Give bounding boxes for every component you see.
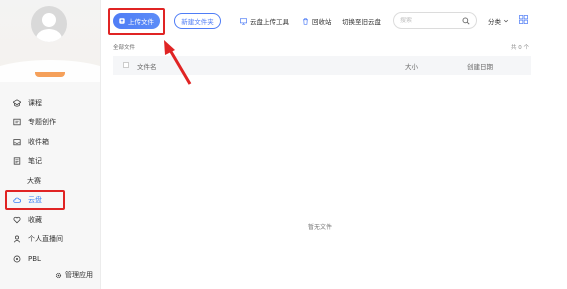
- grid-view-icon[interactable]: [519, 15, 528, 24]
- manage-apps-button[interactable]: 管理应用: [55, 270, 93, 280]
- sort-label: 分类: [488, 18, 501, 26]
- sidebar-item-inbox[interactable]: 收件箱: [0, 132, 100, 152]
- sidebar-item-live[interactable]: 个人直播间: [0, 230, 100, 250]
- new-folder-button[interactable]: 新建文件夹: [174, 13, 221, 29]
- inbox-icon: [13, 138, 21, 146]
- recycle-bin-button[interactable]: 回收站: [302, 16, 332, 26]
- highlight-box-cloud: [5, 190, 65, 210]
- graduation-cap-icon: [13, 99, 21, 107]
- new-folder-label: 新建文件夹: [181, 18, 214, 26]
- avatar[interactable]: [31, 6, 67, 42]
- gear-icon: [55, 272, 62, 278]
- breadcrumb[interactable]: 全部文件: [113, 43, 135, 51]
- heart-icon: [13, 216, 21, 224]
- column-header-size[interactable]: 大小: [405, 61, 418, 71]
- switch-old-cloud-button[interactable]: 切换至旧云盘: [342, 16, 381, 26]
- sidebar-item-pbl[interactable]: PBL: [0, 249, 100, 269]
- file-count: 共 0 个: [511, 45, 529, 51]
- creation-icon: [13, 118, 21, 126]
- column-header-date[interactable]: 创建日期: [467, 61, 493, 71]
- sidebar-item-notes[interactable]: 笔记: [0, 152, 100, 172]
- person-icon: [13, 235, 21, 243]
- sidebar: 课程 专题创作 收件箱 笔记 大赛 云盘 收藏 个人直播间 PBL 管理应用: [0, 0, 101, 289]
- sidebar-item-label: 笔记: [28, 157, 42, 166]
- profile-badge: [35, 72, 65, 77]
- upload-tool-button[interactable]: 云盘上传工具: [240, 16, 289, 26]
- sidebar-nav: 课程 专题创作 收件箱 笔记 大赛 云盘 收藏 个人直播间 PBL: [0, 93, 100, 269]
- pbl-icon: [13, 255, 21, 263]
- recycle-bin-label: 回收站: [312, 18, 332, 26]
- empty-state-text: 暂无文件: [308, 224, 333, 231]
- sidebar-item-label: 大赛: [27, 176, 41, 185]
- search-box[interactable]: [393, 12, 477, 29]
- chevron-down-icon: [503, 19, 509, 23]
- sidebar-item-contest[interactable]: 大赛: [0, 171, 100, 191]
- table-header: 文件名 大小 创建日期: [113, 56, 531, 75]
- manage-apps-label: 管理应用: [65, 271, 93, 279]
- sidebar-item-label: 专题创作: [28, 118, 56, 127]
- monitor-icon: [240, 17, 247, 25]
- note-icon: [13, 157, 21, 165]
- sidebar-item-label: 个人直播间: [28, 235, 63, 244]
- upload-tool-label: 云盘上传工具: [250, 18, 289, 26]
- search-input[interactable]: [400, 17, 460, 24]
- sidebar-item-label: 收件箱: [28, 137, 49, 146]
- profile-header: [0, 0, 100, 82]
- column-header-name[interactable]: 文件名: [137, 61, 157, 71]
- sidebar-item-label: 收藏: [28, 215, 42, 224]
- select-all-checkbox[interactable]: [123, 62, 129, 68]
- sidebar-item-label: 课程: [28, 98, 42, 107]
- highlight-box-upload: [108, 8, 165, 35]
- switch-old-cloud-label: 切换至旧云盘: [342, 18, 381, 26]
- sort-dropdown[interactable]: 分类: [488, 16, 509, 26]
- search-icon[interactable]: [462, 17, 470, 25]
- trash-icon: [303, 17, 308, 25]
- sidebar-item-course[interactable]: 课程: [0, 93, 100, 113]
- sidebar-item-topic[interactable]: 专题创作: [0, 113, 100, 133]
- sidebar-item-favorites[interactable]: 收藏: [0, 210, 100, 230]
- sidebar-item-label: PBL: [28, 254, 41, 263]
